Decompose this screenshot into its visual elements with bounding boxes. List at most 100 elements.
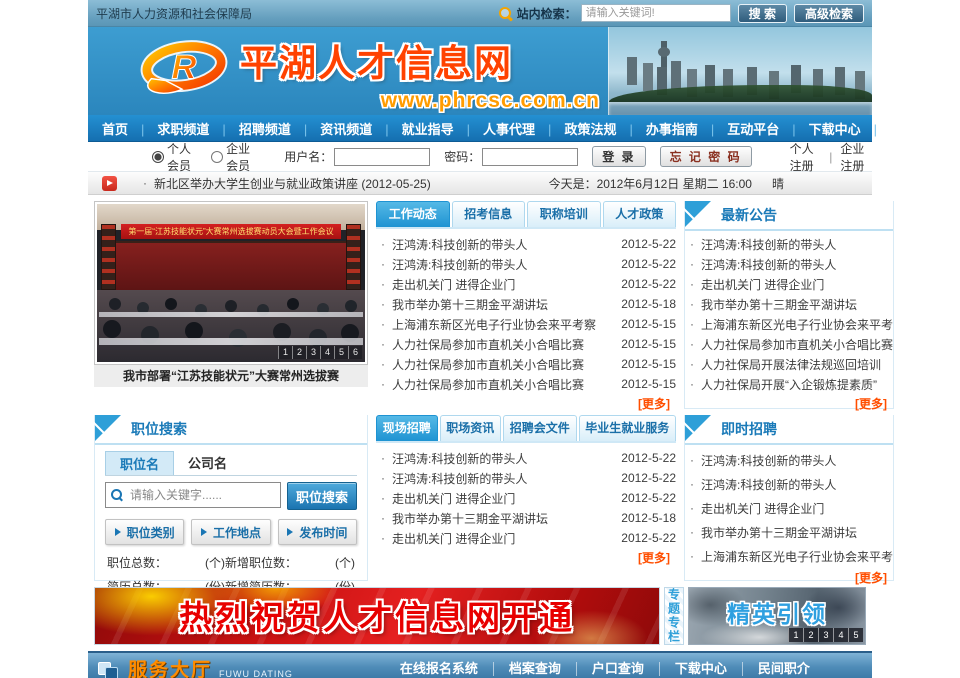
photo-pager-item[interactable]: 2 xyxy=(292,346,306,359)
more-link[interactable]: [更多] xyxy=(855,397,887,411)
more-link[interactable]: [更多] xyxy=(855,571,887,585)
elite-banner[interactable]: 精英引领 12345 xyxy=(688,587,866,645)
notice-link[interactable]: 汪鸿涛:科技创新的带头人 xyxy=(701,256,893,273)
nav-item[interactable]: 办事指南 xyxy=(616,119,697,138)
company-register-link[interactable]: 企业注册 xyxy=(840,140,872,174)
notice-link[interactable]: 人力社保局参加市直机关小合唱比赛 xyxy=(701,336,893,353)
filter-button[interactable]: 工作地点 xyxy=(191,519,270,545)
nav-item[interactable]: 政策法规 xyxy=(535,119,616,138)
tab-title-training[interactable]: 职称培训 xyxy=(527,201,601,227)
news-link[interactable]: 走出机关门 进得企业门 xyxy=(392,530,613,547)
notice-link[interactable]: 人力社保局开展“入企锻炼提素质” xyxy=(701,376,893,393)
instant-link[interactable]: 汪鸿涛:科技创新的带头人 xyxy=(701,452,893,469)
site-search-input[interactable] xyxy=(581,4,731,22)
news-link[interactable]: 上海浦东新区光电子行业协会来平考察 xyxy=(392,316,613,333)
news-link[interactable]: 汪鸿涛:科技创新的带头人 xyxy=(392,470,613,487)
elite-pager-item[interactable]: 3 xyxy=(818,628,833,642)
personal-member-option[interactable]: 个人会员 xyxy=(152,140,197,174)
instant-list: · 汪鸿涛:科技创新的带头人 · 汪鸿涛:科技创新的带头人 · 走出机关门 进得… xyxy=(685,445,893,568)
instant-link[interactable]: 走出机关门 进得企业门 xyxy=(701,500,893,517)
login-bar: 个人会员 企业会员 用户名： 密码： 登 录 忘 记 密 码 个人注册 | 企业… xyxy=(88,142,872,172)
news-row: · 人力社保局参加市直机关小合唱比赛 2012-5-15 xyxy=(376,334,676,354)
nav-item[interactable]: 人事代理 xyxy=(454,119,535,138)
instant-link[interactable]: 我市举办第十三期金平湖讲坛 xyxy=(701,524,893,541)
site-logo[interactable]: R xyxy=(136,40,232,105)
personal-register-link[interactable]: 个人注册 xyxy=(790,140,822,174)
footer-link[interactable]: 民间职介 xyxy=(742,662,825,676)
nav-item[interactable]: 就业指导 xyxy=(372,119,453,138)
photo-pager-item[interactable]: 1 xyxy=(278,346,292,359)
news-link[interactable]: 人力社保局参加市直机关小合唱比赛 xyxy=(392,376,613,393)
tab-exam-info[interactable]: 招考信息 xyxy=(452,201,526,227)
instant-link[interactable]: 上海浦东新区光电子行业协会来平考 xyxy=(701,548,893,565)
news-link[interactable]: 人力社保局参加市直机关小合唱比赛 xyxy=(392,336,613,353)
news-link[interactable]: 走出机关门 进得企业门 xyxy=(392,276,613,293)
photo-pager-item[interactable]: 3 xyxy=(306,346,320,359)
instant-link[interactable]: 汪鸿涛:科技创新的带头人 xyxy=(701,476,893,493)
nav-item[interactable]: 求职频道 xyxy=(128,119,209,138)
photo-pager-item[interactable]: 6 xyxy=(348,346,362,359)
filter-button[interactable]: 发布时间 xyxy=(278,519,357,545)
tab-onsite-recruit[interactable]: 现场招聘 xyxy=(376,415,438,441)
photo-pager-item[interactable]: 5 xyxy=(334,346,348,359)
password-label: 密码： xyxy=(444,148,480,165)
site-title: 平湖人才信息网 xyxy=(240,33,600,87)
more-link[interactable]: [更多] xyxy=(638,551,670,565)
news-link[interactable]: 我市举办第十三期金平湖讲坛 xyxy=(392,296,613,313)
nav-item[interactable]: 下载中心 xyxy=(779,119,860,138)
special-column-strip[interactable]: 专题专栏 xyxy=(664,587,684,645)
tab-jobfair-files[interactable]: 招聘会文件 xyxy=(503,415,577,441)
news-link[interactable]: 汪鸿涛:科技创新的带头人 xyxy=(392,256,613,273)
company-member-radio[interactable] xyxy=(211,151,223,163)
nav-item[interactable]: 招聘频道 xyxy=(209,119,290,138)
news-link[interactable]: 我市举办第十三期金平湖讲坛 xyxy=(392,510,613,527)
personal-member-radio[interactable] xyxy=(152,151,164,163)
nav-item[interactable]: 网站地图 xyxy=(861,119,942,138)
news-link[interactable]: 走出机关门 进得企业门 xyxy=(392,490,613,507)
elite-pager-item[interactable]: 5 xyxy=(848,628,863,642)
table-row-graphic xyxy=(99,338,363,345)
news-link[interactable]: 人力社保局参加市直机关小合唱比赛 xyxy=(392,356,613,373)
forgot-password-button[interactable]: 忘 记 密 码 xyxy=(660,146,752,167)
nav-item[interactable]: 资讯频道 xyxy=(291,119,372,138)
celebration-banner[interactable]: 热烈祝贺人才信息网开通 xyxy=(94,587,660,645)
nav-item[interactable]: 首页 xyxy=(102,119,128,138)
notice-link[interactable]: 汪鸿涛:科技创新的带头人 xyxy=(701,236,893,253)
more-link[interactable]: [更多] xyxy=(638,397,670,411)
filter-button[interactable]: 职位类别 xyxy=(105,519,184,545)
notice-row: · 汪鸿涛:科技创新的带头人 xyxy=(685,254,893,274)
login-button[interactable]: 登 录 xyxy=(592,146,645,167)
tab-career-info[interactable]: 职场资讯 xyxy=(440,415,502,441)
advanced-search-button[interactable]: 高级检索 xyxy=(794,4,864,23)
username-field[interactable] xyxy=(334,148,430,166)
company-member-option[interactable]: 企业会员 xyxy=(211,140,256,174)
footer-link[interactable]: 下载中心 xyxy=(659,662,742,676)
news-link[interactable]: 汪鸿涛:科技创新的带头人 xyxy=(392,236,613,253)
tab-talent-policy[interactable]: 人才政策 xyxy=(603,201,677,227)
ticker-news-link[interactable]: 新北区举办大学生创业与就业政策讲座 (2012-05-25) xyxy=(154,175,431,192)
password-field[interactable] xyxy=(482,148,578,166)
footer-link[interactable]: 档案查询 xyxy=(493,662,576,676)
tab-work-news[interactable]: 工作动态 xyxy=(376,201,450,227)
tab-job-name[interactable]: 职位名 xyxy=(105,451,174,475)
nav-item[interactable]: 互动平台 xyxy=(698,119,779,138)
news-photo[interactable]: 第一届“江苏技能状元”大赛常州选拔赛动员大会暨工作会议 123456 xyxy=(94,201,368,365)
footer-link[interactable]: 在线报名系统 xyxy=(385,662,493,676)
elite-pager-item[interactable]: 4 xyxy=(833,628,848,642)
notice-link[interactable]: 走出机关门 进得企业门 xyxy=(701,276,893,293)
news-link[interactable]: 汪鸿涛:科技创新的带头人 xyxy=(392,450,613,467)
keyword-input[interactable] xyxy=(105,482,281,508)
footer-link[interactable]: 户口查询 xyxy=(576,662,659,676)
notice-link[interactable]: 人力社保局开展法律法规巡回培训 xyxy=(701,356,893,373)
audience-heads-back xyxy=(109,298,121,310)
elite-pager-item[interactable]: 2 xyxy=(803,628,818,642)
photo-pager-item[interactable]: 4 xyxy=(320,346,334,359)
photo-caption[interactable]: 我市部署“江苏技能状元”大赛常州选拔赛 xyxy=(94,365,368,387)
notice-link[interactable]: 上海浦东新区光电子行业协会来平考 xyxy=(701,316,893,333)
elite-pager-item[interactable]: 1 xyxy=(788,628,803,642)
notice-link[interactable]: 我市举办第十三期金平湖讲坛 xyxy=(701,296,893,313)
tab-graduate-service[interactable]: 毕业生就业服务 xyxy=(579,415,677,441)
job-search-button[interactable]: 职位搜索 xyxy=(287,482,357,510)
search-button[interactable]: 搜 索 xyxy=(738,4,787,23)
tab-company-name[interactable]: 公司名 xyxy=(174,451,241,475)
